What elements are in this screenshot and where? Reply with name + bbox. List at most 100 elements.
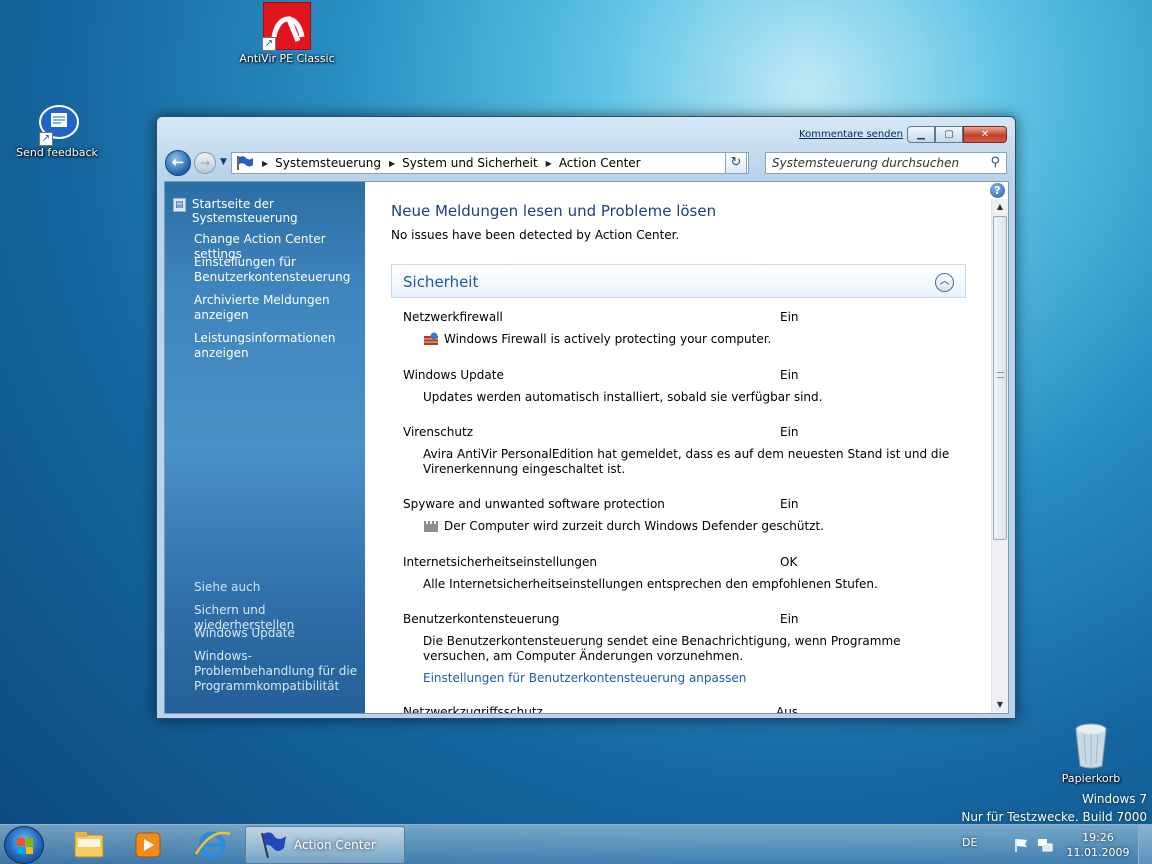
help-button[interactable]: ? — [989, 182, 1006, 199]
network-access-protection-label: Netzwerkzugriffsschutz — [403, 705, 543, 714]
recent-pages-dropdown[interactable]: ▼ — [220, 157, 227, 167]
scroll-up-arrow-icon[interactable]: ▲ — [992, 199, 1008, 215]
spyware-protection-status: Ein — [780, 497, 799, 511]
virus-protection-description: Avira AntiVir PersonalEdition hat gemeld… — [423, 447, 950, 476]
uac-status: Ein — [780, 612, 799, 626]
taskbar-explorer[interactable] — [65, 828, 113, 862]
refresh-icon: ↻ — [730, 155, 742, 170]
action-center-flag-icon — [261, 832, 286, 859]
page-subtitle: No issues have been detected by Action C… — [391, 228, 680, 242]
help-icon: ? — [990, 183, 1005, 198]
vertical-scrollbar[interactable]: ▲ ▼ — [991, 199, 1008, 713]
windows-update-label: Windows Update — [403, 368, 504, 382]
speech-bubble-icon: ↗ — [35, 104, 79, 146]
windows-build-watermark: Windows 7 Nur für Testzwecke. Build 7000 — [961, 790, 1147, 826]
page-title: Neue Meldungen lesen und Probleme lösen — [391, 202, 717, 220]
forward-button[interactable]: → — [194, 152, 216, 174]
breadcrumb-systemsteuerung[interactable]: Systemsteuerung — [275, 156, 381, 170]
windows-explorer-icon — [74, 832, 104, 858]
taskbar-action-center-label: Action Center — [294, 838, 376, 852]
refresh-button[interactable]: ↻ — [725, 152, 747, 174]
virus-protection-status: Ein — [780, 425, 799, 439]
taskbar: Action Center DE 19:26 11.01.2009 — [0, 824, 1152, 864]
uac-settings-link[interactable]: Einstellungen für Benutzerkontensteuerun… — [194, 255, 362, 285]
control-panel-home-link[interactable]: ▤ Startseite der Systemsteuerung — [173, 197, 365, 225]
watermark-line-1: Windows 7 — [1081, 792, 1147, 806]
windows-update-description: Updates werden automatisch installiert, … — [423, 390, 823, 404]
windows-logo-icon — [17, 838, 33, 854]
maximize-icon: ▢ — [944, 129, 954, 140]
breadcrumb-separator-icon: ▶ — [545, 158, 552, 168]
breadcrumb-separator-icon: ▶ — [262, 158, 269, 168]
minimize-button[interactable]: ▁ — [907, 126, 935, 143]
recycle-bin-icon — [1071, 722, 1111, 770]
navigation-bar: ← → ▼ ▶ Systemsteuerung ▶ System und Sic… — [165, 149, 1007, 177]
security-section-header[interactable]: Sicherheit ︿ — [391, 264, 966, 298]
desktop-icon-send-feedback[interactable]: ↗ Send feedback — [2, 104, 112, 159]
desktop-icon-label: AntiVir PE Classic — [239, 52, 335, 65]
collapse-chevron-up-icon[interactable]: ︿ — [935, 273, 954, 292]
internet-security-description: Alle Internetsicherheitseinstellungen en… — [423, 577, 878, 591]
internet-security-label: Internetsicherheitseinstellungen — [403, 555, 597, 569]
avira-umbrella-icon: ↗ — [262, 2, 311, 51]
action-center-tray-flag-icon[interactable] — [1013, 837, 1029, 853]
internet-explorer-icon — [194, 831, 231, 859]
shortcut-arrow-icon: ↗ — [262, 37, 276, 51]
network-firewall-description: Windows Firewall is actively protecting … — [423, 332, 973, 347]
network-firewall-text: Windows Firewall is actively protecting … — [444, 332, 772, 346]
search-icon[interactable]: ⚲ — [990, 155, 1000, 170]
see-also-heading: Siehe auch — [194, 580, 261, 594]
shortcut-arrow-icon: ↗ — [39, 132, 53, 146]
windows-update-link[interactable]: Windows Update — [194, 626, 362, 641]
program-compatibility-troubleshooter-link[interactable]: Windows-Problembehandlung für die Progra… — [194, 649, 360, 694]
virus-protection-label: Virenschutz — [403, 425, 474, 439]
breadcrumb-system-und-sicherheit[interactable]: System und Sicherheit — [402, 156, 538, 170]
control-panel-icon: ▤ — [173, 198, 186, 212]
scroll-down-arrow-icon[interactable]: ▼ — [992, 697, 1008, 713]
network-access-protection-status: Aus — [776, 705, 799, 714]
action-center-window: Kommentare senden ▁ ▢ ✕ ← → ▼ ▶ Systemst… — [156, 116, 1016, 719]
spyware-protection-description: Der Computer wird zurzeit durch Windows … — [423, 519, 973, 534]
spyware-protection-text: Der Computer wird zurzeit durch Windows … — [444, 519, 824, 533]
scrollbar-thumb[interactable] — [993, 216, 1007, 540]
back-button[interactable]: ← — [165, 150, 191, 176]
uac-description: Die Benutzerkontensteuerung sendet eine … — [423, 634, 901, 663]
start-button[interactable] — [4, 826, 44, 864]
clock-time: 19:26 — [1082, 831, 1114, 844]
archived-messages-link[interactable]: Archivierte Meldungen anzeigen — [194, 293, 362, 323]
taskbar-clock[interactable]: 19:26 11.01.2009 — [1065, 830, 1131, 860]
close-button[interactable]: ✕ — [963, 126, 1007, 143]
clock-date: 11.01.2009 — [1066, 846, 1130, 859]
breadcrumb-separator-icon: ▶ — [389, 158, 396, 168]
windows-defender-icon — [424, 521, 438, 532]
taskbar-media-player[interactable] — [124, 828, 172, 862]
maximize-button[interactable]: ▢ — [935, 126, 963, 143]
search-placeholder: Systemsteuerung durchsuchen — [772, 156, 960, 170]
desktop-icon-label: Papierkorb — [1061, 772, 1121, 785]
title-bar[interactable]: Kommentare senden ▁ ▢ ✕ — [157, 117, 1015, 147]
network-firewall-status: Ein — [780, 310, 799, 324]
input-language-indicator[interactable]: DE — [962, 836, 977, 849]
main-content: Neue Meldungen lesen und Probleme lösen … — [365, 182, 991, 713]
network-tray-icon[interactable] — [1037, 837, 1053, 853]
windows-update-status: Ein — [780, 368, 799, 382]
scrollbar-grip-icon — [997, 372, 1004, 378]
show-desktop-button[interactable] — [1138, 825, 1152, 864]
media-player-icon — [135, 832, 161, 858]
performance-info-link[interactable]: Leistungsinformationen anzeigen — [194, 331, 362, 361]
minimize-icon: ▁ — [917, 129, 925, 140]
taskbar-action-center[interactable]: Action Center — [245, 826, 405, 864]
breadcrumb-action-center[interactable]: Action Center — [559, 156, 641, 170]
internet-security-status: OK — [780, 555, 798, 569]
uac-adjust-settings-link[interactable]: Einstellungen für Benutzerkontensteuerun… — [423, 671, 746, 685]
desktop-icon-antivir[interactable]: ↗ AntiVir PE Classic — [232, 2, 342, 65]
control-panel-home-label: Startseite der Systemsteuerung — [191, 197, 298, 225]
left-navigation-pane: ▤ Startseite der Systemsteuerung Change … — [165, 182, 365, 713]
desktop-icon-recycle-bin[interactable]: Papierkorb — [1036, 722, 1146, 785]
action-center-flag-icon — [237, 156, 253, 170]
send-comments-link[interactable]: Kommentare senden — [799, 129, 903, 140]
search-input[interactable]: Systemsteuerung durchsuchen ⚲ — [765, 152, 1007, 174]
taskbar-internet-explorer[interactable] — [188, 828, 236, 862]
address-bar[interactable]: ▶ Systemsteuerung ▶ System und Sicherhei… — [231, 152, 749, 174]
window-client-area: ▤ Startseite der Systemsteuerung Change … — [164, 181, 1009, 714]
